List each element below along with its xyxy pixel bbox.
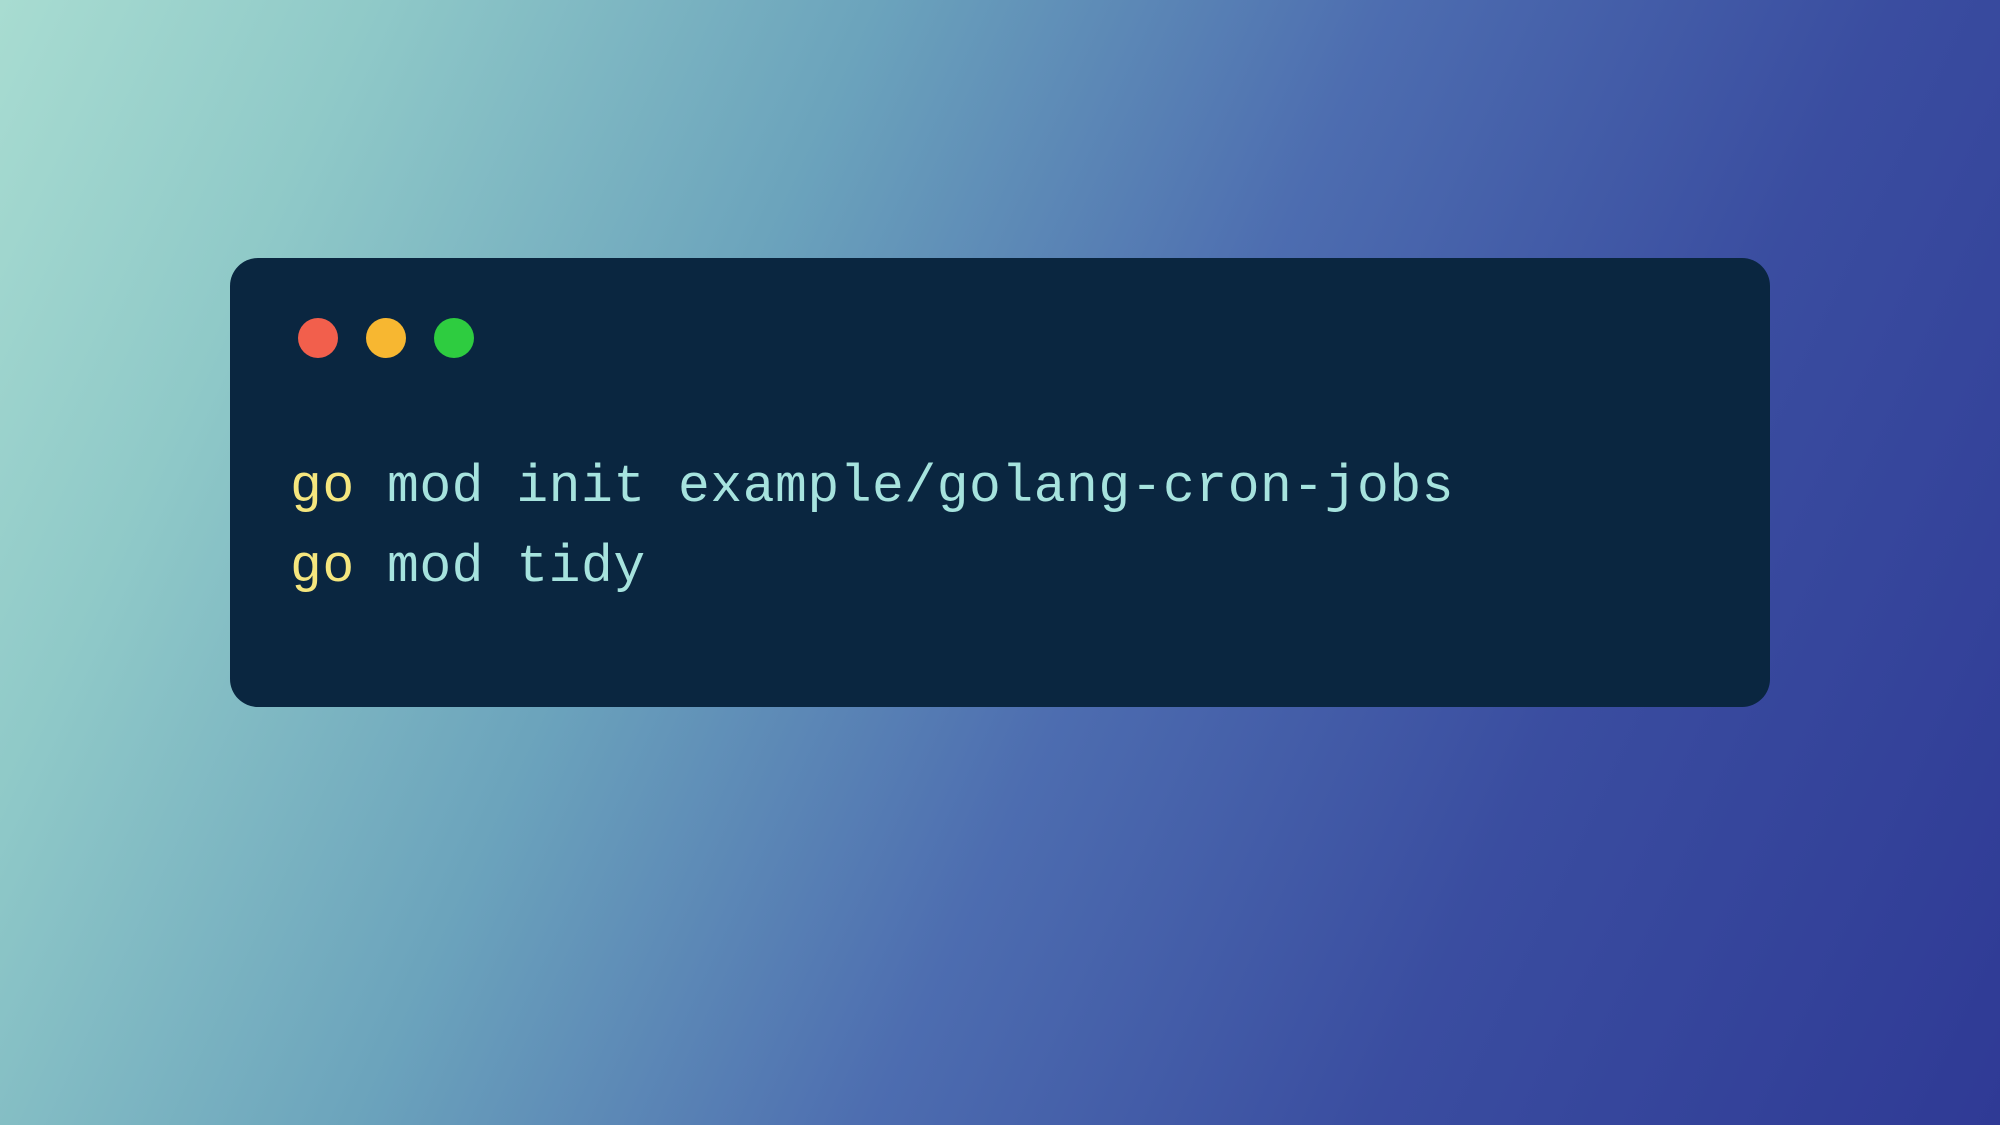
terminal-content: go mod init example/golang-cron-jobs go … — [290, 448, 1710, 607]
close-button[interactable] — [298, 318, 338, 358]
go-keyword: go — [290, 457, 355, 517]
window-controls — [298, 318, 1710, 358]
command-text: mod init example/golang-cron-jobs — [355, 457, 1454, 517]
command-text: mod tidy — [355, 537, 646, 597]
go-keyword: go — [290, 537, 355, 597]
code-line: go mod init example/golang-cron-jobs — [290, 448, 1710, 528]
minimize-button[interactable] — [366, 318, 406, 358]
maximize-button[interactable] — [434, 318, 474, 358]
code-line: go mod tidy — [290, 528, 1710, 608]
terminal-window: go mod init example/golang-cron-jobs go … — [230, 258, 1770, 707]
